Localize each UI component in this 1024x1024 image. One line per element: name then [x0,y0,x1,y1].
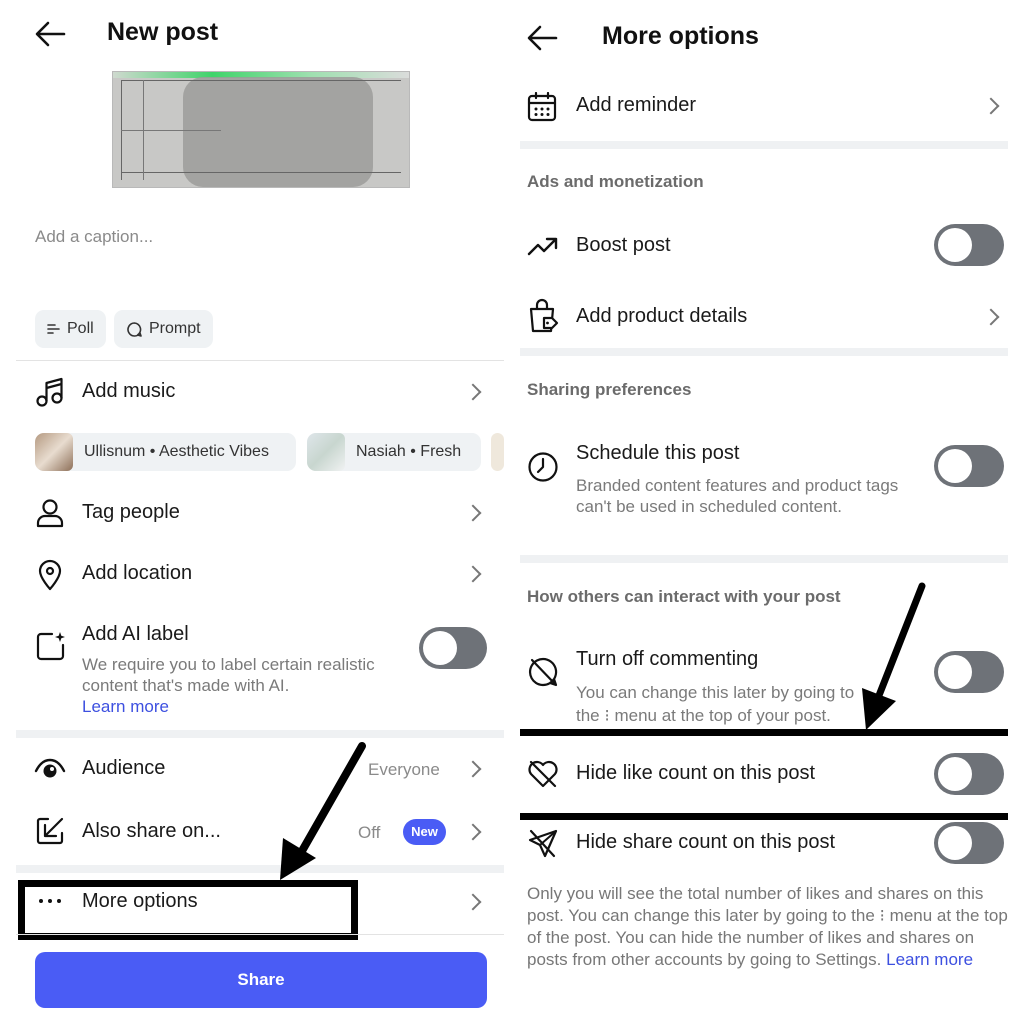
hide-counts-info: Only you will see the total number of li… [527,883,1009,971]
annotation-bar [520,813,1008,820]
post-image-preview[interactable] [112,71,410,188]
chevron-right-icon[interactable] [464,823,482,841]
more-options-screen: More options Add reminder Ads and moneti… [512,0,1024,1024]
commenting-toggle[interactable] [934,651,1004,693]
ai-label-icon [36,632,65,661]
section-header-interact: How others can interact with your post [527,587,841,606]
ai-label-title: Add AI label [82,623,189,645]
add-location-label[interactable]: Add location [82,562,192,585]
learn-more-link[interactable]: Learn more [886,950,973,969]
annotation-arrow-icon [862,582,926,730]
music-suggestion[interactable]: Nasiah • Fresh [307,433,481,471]
prompt-label: Prompt [149,320,201,337]
trending-up-icon [527,237,558,256]
share-off-icon [528,829,558,858]
music-suggestion[interactable]: Ullisnum • Aesthetic Vibes [35,433,296,471]
boost-post-label: Boost post [576,234,671,256]
page-title: New post [107,18,219,46]
caption-input[interactable]: Add a caption... [35,227,153,247]
add-product-details-label[interactable]: Add product details [576,305,747,328]
comment-off-icon [528,657,558,687]
toggle-knob [938,655,972,689]
prompt-icon [127,321,142,337]
annotation-arrow-icon [280,742,366,880]
section-divider [520,348,1008,356]
audience-label[interactable]: Audience [82,757,165,780]
hide-share-toggle[interactable] [934,822,1004,864]
chevron-right-icon[interactable] [464,504,482,522]
share-external-icon [36,817,64,845]
chevron-right-icon[interactable] [982,308,1000,326]
chevron-right-icon[interactable] [464,760,482,778]
audience-eye-icon [34,758,66,778]
toggle-knob [423,631,457,665]
chevron-right-icon[interactable] [982,97,1000,115]
poll-label: Poll [67,320,94,337]
new-badge: New [403,819,446,845]
chevron-right-icon[interactable] [464,893,482,911]
hide-share-label: Hide share count on this post [576,831,836,853]
commenting-description-line1: You can change this later by going to [576,683,855,702]
music-note-icon [36,377,63,407]
divider [16,360,504,361]
music-suggestion-label: Ullisnum • Aesthetic Vibes [84,443,269,460]
annotation-bar [520,729,1008,736]
heart-off-icon [528,760,558,788]
section-header-ads: Ads and monetization [527,172,704,191]
location-pin-icon [38,559,62,591]
chevron-right-icon[interactable] [464,565,482,583]
section-header-sharing: Sharing preferences [527,380,692,399]
calendar-icon [527,92,557,122]
ai-label-description: We require you to label certain realisti… [82,654,402,717]
music-suggestion[interactable] [491,433,504,471]
page-title: More options [602,22,759,50]
chevron-right-icon[interactable] [464,383,482,401]
ai-label-toggle[interactable] [419,627,487,669]
commenting-title: Turn off commenting [576,648,759,670]
add-music-label[interactable]: Add music [82,380,175,403]
prompt-chip[interactable]: Prompt [114,310,213,348]
schedule-toggle[interactable] [934,445,1004,487]
back-arrow-icon[interactable] [34,20,66,48]
poll-chip[interactable]: Poll [35,310,106,348]
commenting-description-line2: the ⁝ menu at the top of your post. [576,706,831,725]
toggle-knob [938,826,972,860]
toggle-knob [938,449,972,483]
hide-like-label: Hide like count on this post [576,762,816,784]
section-divider [520,555,1008,563]
new-post-screen: New post Add a caption... Poll Prompt Ad… [0,0,512,1024]
audience-value: Everyone [368,760,440,779]
schedule-description: Branded content features and product tag… [576,476,899,516]
toggle-knob [938,757,972,791]
learn-more-link[interactable]: Learn more [82,697,169,716]
also-share-label[interactable]: Also share on... [82,820,221,843]
shopping-bag-icon [529,298,559,333]
add-reminder-label[interactable]: Add reminder [576,94,696,117]
section-divider [520,141,1008,149]
ai-label-description-text: We require you to label certain realisti… [82,655,375,695]
clock-icon [528,452,558,482]
tag-people-label[interactable]: Tag people [82,501,180,524]
section-divider [16,865,504,873]
album-art [35,433,73,471]
section-divider [16,730,504,738]
music-suggestion-label: Nasiah • Fresh [356,443,462,460]
hide-like-toggle[interactable] [934,753,1004,795]
share-button[interactable]: Share [35,952,487,1008]
poll-icon [47,324,60,334]
divider [16,934,504,935]
schedule-title: Schedule this post [576,442,740,464]
back-arrow-icon[interactable] [526,24,558,52]
toggle-knob [938,228,972,262]
album-art [307,433,345,471]
person-icon [36,499,64,528]
boost-post-toggle[interactable] [934,224,1004,266]
annotation-highlight-box [18,880,358,940]
